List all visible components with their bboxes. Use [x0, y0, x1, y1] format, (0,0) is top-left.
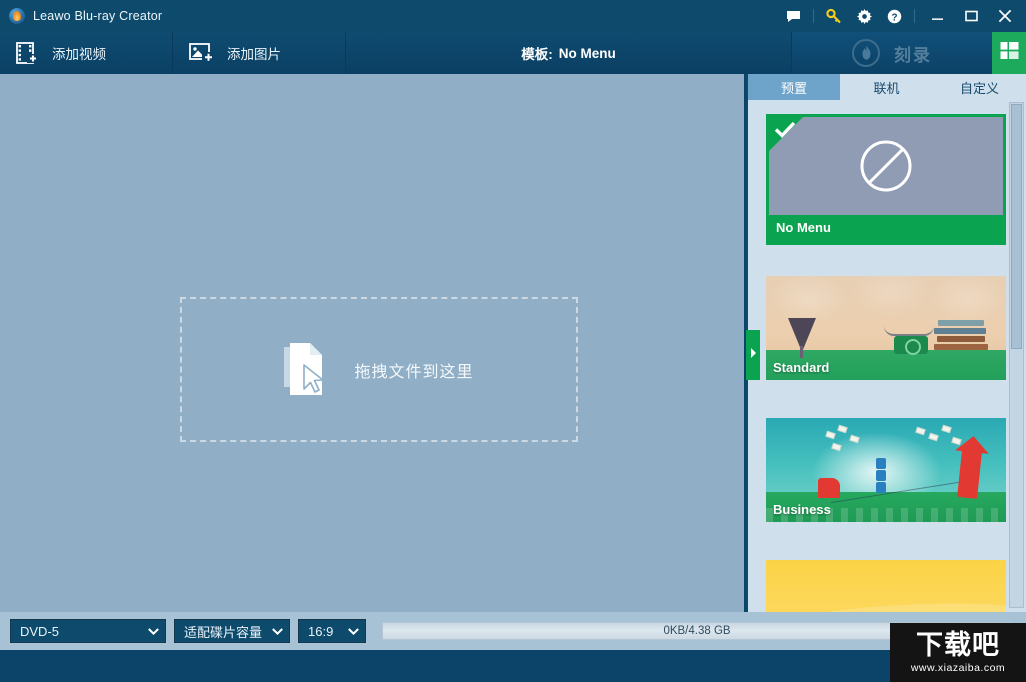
- titlebar-divider-2: [914, 9, 915, 23]
- art-acrobats: [876, 458, 888, 498]
- template-thumbnail: [769, 117, 1003, 215]
- template-card-yellow[interactable]: [766, 560, 1006, 612]
- capacity-label: 0KB/4.38 GB: [663, 625, 731, 637]
- panel-collapse-handle[interactable]: [746, 330, 760, 380]
- no-symbol-icon: [860, 140, 912, 192]
- application-window: Leawo Blu-ray Creator ? 添加视频 添加图片 模板: No…: [0, 0, 1026, 682]
- template-name: No Menu: [769, 215, 1003, 242]
- burn-button[interactable]: 刻录: [792, 32, 992, 74]
- drop-zone[interactable]: 拖拽文件到这里: [180, 297, 578, 442]
- disc-flame-icon: [9, 8, 25, 24]
- fit-mode-select[interactable]: 适配碟片容量: [174, 619, 290, 643]
- feedback-icon[interactable]: [778, 0, 808, 32]
- template-scrollbar[interactable]: [1009, 102, 1024, 608]
- art-books: [934, 320, 988, 354]
- aspect-ratio-select[interactable]: 16:9: [298, 619, 366, 643]
- flame-circle-icon: [852, 39, 880, 67]
- chevron-down-icon: [138, 627, 159, 635]
- template-current-value: No Menu: [558, 45, 616, 61]
- site-watermark: 下载吧 www.xiazaiba.com: [890, 623, 1026, 682]
- template-prefix-label: 模板:: [521, 47, 553, 62]
- drop-zone-label: 拖拽文件到这里: [354, 363, 474, 381]
- no-menu-art: [769, 117, 1003, 215]
- photo-plus-icon: [189, 42, 215, 64]
- file-cursor-icon: [284, 342, 330, 397]
- disc-type-value: DVD-5: [20, 623, 60, 639]
- tab-online[interactable]: 联机: [840, 74, 933, 100]
- yellow-art: [766, 560, 1006, 612]
- add-photo-label: 添加图片: [227, 47, 281, 62]
- film-plus-icon: [16, 42, 40, 64]
- titlebar-divider-1: [813, 9, 814, 23]
- maximize-button[interactable]: [954, 0, 988, 32]
- art-lamp-stem: [800, 346, 803, 358]
- chevron-down-icon: [338, 627, 359, 635]
- aspect-ratio-value: 16:9: [308, 623, 334, 639]
- media-canvas[interactable]: 拖拽文件到这里: [0, 74, 746, 612]
- template-card-no-menu[interactable]: No Menu: [766, 114, 1006, 245]
- art-red-arrow: [957, 441, 983, 499]
- scrollbar-thumb[interactable]: [1011, 104, 1022, 349]
- template-thumbnail: Business: [766, 418, 1006, 522]
- template-card-business[interactable]: Business: [766, 418, 1006, 522]
- template-card-standard[interactable]: Standard: [766, 276, 1006, 380]
- fit-mode-value: 适配碟片容量: [184, 624, 263, 640]
- template-panel: 预置 联机 自定义 No Menu Standard Business: [748, 74, 1026, 612]
- disc-type-select[interactable]: DVD-5: [10, 619, 166, 643]
- add-video-button[interactable]: 添加视频: [0, 32, 173, 74]
- close-button[interactable]: [988, 0, 1022, 32]
- main-toolbar: 添加视频 添加图片 模板: No Menu 刻录: [0, 32, 1026, 74]
- status-bar: [0, 650, 1026, 682]
- panel-layout-icon: [1000, 41, 1019, 65]
- watermark-text: 下载吧: [916, 629, 1000, 661]
- gear-icon[interactable]: [849, 0, 879, 32]
- tab-presets[interactable]: 预置: [748, 74, 840, 100]
- check-icon: [774, 121, 796, 144]
- title-bar: Leawo Blu-ray Creator ?: [0, 0, 1026, 32]
- window-title: Leawo Blu-ray Creator: [33, 9, 163, 23]
- art-camera: [894, 336, 928, 355]
- template-name: Business: [773, 502, 831, 517]
- key-icon[interactable]: [819, 0, 849, 32]
- art-red-ramp: [818, 478, 840, 498]
- template-thumbnail: [766, 560, 1006, 612]
- template-indicator[interactable]: 模板: No Menu: [346, 32, 792, 74]
- add-video-label: 添加视频: [52, 47, 106, 62]
- art-swirl: [766, 596, 1006, 612]
- burn-label: 刻录: [894, 45, 932, 65]
- template-list[interactable]: No Menu Standard Business: [748, 100, 1026, 612]
- template-tabs: 预置 联机 自定义: [748, 74, 1026, 100]
- panel-layout-button[interactable]: [992, 32, 1026, 74]
- help-icon[interactable]: ?: [879, 0, 909, 32]
- add-photo-button[interactable]: 添加图片: [173, 32, 346, 74]
- svg-text:?: ?: [891, 12, 897, 23]
- drop-zone-content: 拖拽文件到这里: [284, 342, 474, 397]
- tab-custom[interactable]: 自定义: [933, 74, 1026, 100]
- watermark-url: www.xiazaiba.com: [910, 661, 1006, 674]
- template-thumbnail: Standard: [766, 276, 1006, 380]
- chevron-down-icon: [262, 627, 283, 635]
- minimize-button[interactable]: [920, 0, 954, 32]
- art-glasses: [884, 326, 934, 336]
- chevron-right-icon: [750, 346, 757, 364]
- titlebar-icon-group: ?: [778, 0, 1022, 32]
- template-name: Standard: [773, 360, 830, 375]
- bottom-options-bar: DVD-5 适配碟片容量 16:9 0KB/4.38 GB: [0, 612, 1026, 650]
